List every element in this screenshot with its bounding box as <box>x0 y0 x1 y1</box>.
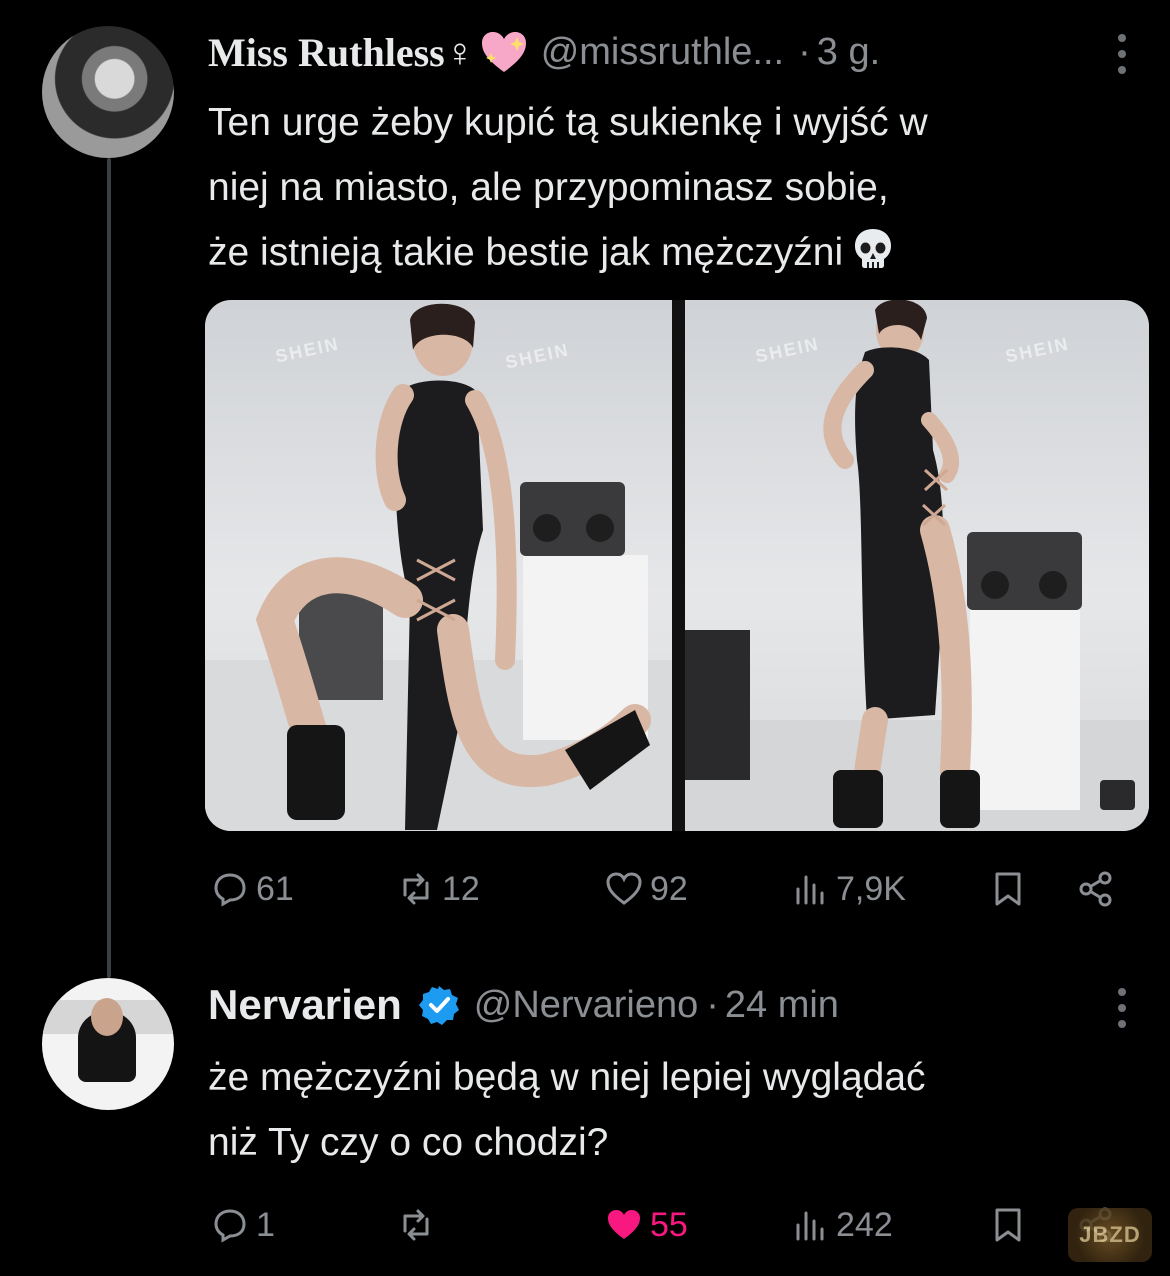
bookmark-button[interactable] <box>988 864 1028 914</box>
verified-badge-icon <box>418 986 459 1025</box>
sparkling-heart-icon <box>481 32 526 72</box>
share-icon <box>1079 871 1112 907</box>
tweet-actions: 1 55 242 <box>210 1200 1130 1250</box>
avatar-head <box>91 998 123 1036</box>
views-icon <box>796 875 824 905</box>
dress-photo-front[interactable]: SHEIN SHEIN <box>205 300 672 831</box>
tweet-time[interactable]: 24 min <box>725 984 839 1027</box>
reply-count: 61 <box>256 869 294 908</box>
repost-icon <box>403 1209 429 1241</box>
views-button[interactable]: 242 <box>790 1200 893 1250</box>
avatar[interactable] <box>42 26 174 158</box>
views-count: 242 <box>836 1205 893 1244</box>
separator-dot: · <box>798 30 811 73</box>
tweet-header: Nervarien @Nervarieno · 24 min <box>208 975 839 1035</box>
more-options-icon[interactable] <box>1116 34 1128 74</box>
reply-button[interactable]: 1 <box>210 1200 275 1250</box>
jbzd-watermark-logo: JBZD <box>1068 1208 1152 1262</box>
user-handle[interactable]: @missruthle... <box>541 31 784 74</box>
bookmark-icon <box>995 872 1021 906</box>
like-button[interactable]: 55 <box>604 1200 688 1250</box>
tweet-text: że mężczyźni będą w niej lepiej wyglądać… <box>208 1056 926 1164</box>
tweet-actions: 61 12 92 7,9K <box>210 864 1130 914</box>
display-name[interactable]: Nervarien <box>208 981 402 1029</box>
more-options-icon[interactable] <box>1116 988 1128 1028</box>
tweet-time[interactable]: 3 g. <box>817 31 880 74</box>
tweet-header: Miss Ruthless♀ @missruthle... · 3 g. <box>208 22 880 82</box>
like-count: 55 <box>650 1205 688 1244</box>
repost-button[interactable]: 12 <box>396 864 480 914</box>
share-button[interactable] <box>1076 864 1116 914</box>
reply-icon <box>214 873 246 907</box>
reply-icon <box>214 1209 246 1243</box>
repost-icon <box>403 873 429 905</box>
heart-icon <box>606 872 642 905</box>
views-button[interactable]: 7,9K <box>790 864 906 914</box>
display-name[interactable]: Miss Ruthless♀ <box>208 29 475 76</box>
reply-count: 1 <box>256 1205 275 1244</box>
user-handle[interactable]: @Nervarieno <box>474 984 698 1027</box>
heart-filled-icon <box>608 1210 640 1239</box>
avatar[interactable] <box>42 978 174 1110</box>
media-gallery[interactable]: SHEIN SHEIN SHEIN SHEIN <box>205 300 1149 831</box>
like-count: 92 <box>650 869 688 908</box>
dress-photo-back[interactable]: SHEIN SHEIN <box>685 300 1149 831</box>
skull-icon <box>855 229 892 268</box>
reply-button[interactable]: 61 <box>210 864 294 914</box>
model-illustration-front <box>205 303 672 831</box>
model-illustration-back <box>685 300 1149 831</box>
thread-connector-line <box>107 158 111 978</box>
views-icon <box>796 1211 824 1241</box>
repost-button[interactable] <box>396 1200 442 1250</box>
bookmark-button[interactable] <box>988 1200 1028 1250</box>
like-button[interactable]: 92 <box>604 864 688 914</box>
bookmark-icon <box>995 1208 1021 1242</box>
tweet-text-content: Ten urge żeby kupić tą sukienkę i wyjść … <box>208 101 928 274</box>
repost-count: 12 <box>442 869 480 908</box>
views-count: 7,9K <box>836 869 906 908</box>
tweet-text: Ten urge żeby kupić tą sukienkę i wyjść … <box>208 90 1158 285</box>
separator-dot: · <box>706 983 719 1026</box>
